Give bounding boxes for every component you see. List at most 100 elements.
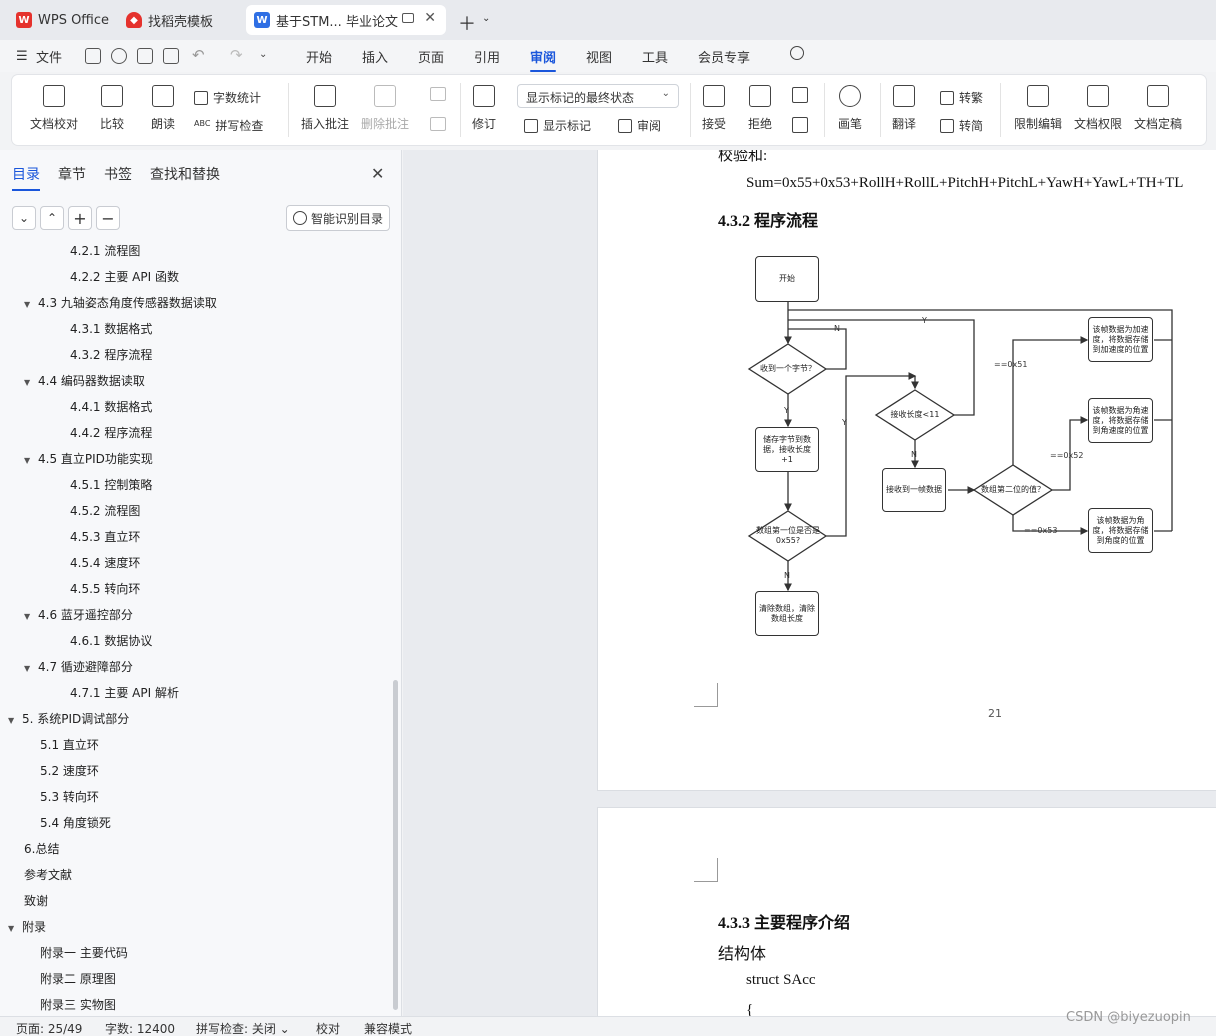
toc-item[interactable]: 4.5.5 转向环	[70, 576, 140, 602]
compare-button[interactable]: 比较	[100, 85, 124, 132]
menu-references[interactable]: 引用	[474, 47, 500, 66]
status-word-count[interactable]: 字数: 12400	[105, 1020, 175, 1036]
toc-item[interactable]: 4.2.1 流程图	[70, 238, 140, 264]
save-icon[interactable]	[85, 48, 101, 64]
show-markup-button[interactable]: 显示标记	[524, 117, 591, 134]
expand-triangle-icon[interactable]: ▼	[24, 370, 38, 396]
accept-button[interactable]: 接受	[702, 85, 726, 132]
expand-down-button[interactable]: ⌄	[12, 206, 36, 230]
status-page[interactable]: 页面: 25/49	[16, 1020, 82, 1036]
chevron-down-icon[interactable]: ⌄	[482, 13, 490, 24]
toc-item[interactable]: 附录三 实物图	[40, 992, 116, 1016]
menu-start[interactable]: 开始	[306, 47, 332, 66]
close-icon[interactable]: ✕	[371, 164, 384, 183]
toc-item[interactable]: ▼ 4.5 直立PID功能实现	[24, 446, 153, 472]
toc-item[interactable]: 4.5.1 控制策略	[70, 472, 152, 498]
menu-tools[interactable]: 工具	[642, 47, 668, 66]
hamburger-icon[interactable]: ☰	[16, 49, 28, 64]
toc-item[interactable]: 6.总结	[24, 836, 59, 862]
toc-item[interactable]: ▼ 附录	[8, 914, 46, 940]
toc-item[interactable]: 4.5.3 直立环	[70, 524, 140, 550]
review-pane-button[interactable]: 审阅	[618, 117, 661, 134]
insert-comment-button[interactable]: 插入批注	[301, 85, 349, 132]
toc-item[interactable]: 致谢	[24, 888, 48, 914]
smart-toc-button[interactable]: 智能识别目录	[286, 205, 390, 231]
to-traditional-button[interactable]: 转繁	[940, 89, 983, 106]
tab-thesis-document[interactable]: W 基于STM... 毕业论文 ✕	[246, 5, 446, 35]
toc-item[interactable]: ▼ 4.6 蓝牙遥控部分	[24, 602, 133, 628]
translate-button[interactable]: 翻译	[892, 85, 916, 132]
toc-item[interactable]: ▼ 4.7 循迹避障部分	[24, 654, 133, 680]
tab-find-replace[interactable]: 查找和替换	[150, 164, 220, 184]
toc-item[interactable]: 参考文献	[24, 862, 72, 888]
toc-item[interactable]: 附录一 主要代码	[40, 940, 128, 966]
tab-bookmarks[interactable]: 书签	[104, 164, 132, 184]
toc-item[interactable]: 4.3.2 程序流程	[70, 342, 152, 368]
status-proofread[interactable]: 校对	[316, 1020, 340, 1036]
proofread-button[interactable]: 文档校对	[30, 85, 78, 132]
undo-icon[interactable]: ↶	[192, 46, 205, 64]
pen-button[interactable]: 画笔	[838, 85, 862, 132]
tab-docer-templates[interactable]: ◆ 找稻壳模板	[118, 5, 221, 35]
toc-item[interactable]: 5.3 转向环	[40, 784, 99, 810]
toc-item[interactable]: ▼ 4.3 九轴姿态角度传感器数据读取	[24, 290, 217, 316]
tab-wps-office[interactable]: W WPS Office	[8, 5, 117, 35]
expand-triangle-icon[interactable]: ▼	[24, 604, 38, 630]
tab-toc[interactable]: 目录	[12, 164, 40, 191]
delete-comment-button[interactable]: 删除批注	[361, 85, 409, 132]
reject-button[interactable]: 拒绝	[748, 85, 772, 132]
menu-review[interactable]: 审阅	[530, 47, 557, 72]
toc-item[interactable]: 4.4.2 程序流程	[70, 420, 152, 446]
toc-item[interactable]: 4.5.4 速度环	[70, 550, 140, 576]
status-spell-check[interactable]: 拼写检查: 关闭 ⌄	[196, 1020, 290, 1036]
revise-button[interactable]: 修订	[472, 85, 496, 132]
close-tab-icon[interactable]: ✕	[424, 10, 436, 26]
menu-member[interactable]: 会员专享	[698, 47, 750, 66]
add-toc-item-button[interactable]: +	[68, 206, 92, 230]
toc-item[interactable]: ▼ 5. 系统PID调试部分	[8, 706, 129, 732]
read-aloud-button[interactable]: 朗读	[151, 85, 175, 132]
print-icon[interactable]	[137, 48, 153, 64]
next-comment-icon[interactable]	[430, 117, 446, 131]
to-simplified-button[interactable]: 转简	[940, 117, 983, 134]
toc-item[interactable]: 附录二 原理图	[40, 966, 116, 992]
window-mode-icon[interactable]	[402, 13, 414, 23]
spell-check-button[interactable]: ABC 拼写检查	[194, 117, 263, 134]
toc-item[interactable]: 4.6.1 数据协议	[70, 628, 152, 654]
next-revision-icon[interactable]	[792, 117, 808, 133]
markup-state-select[interactable]: 显示标记的最终状态 ⌄	[517, 84, 679, 108]
toc-item[interactable]: 4.3.1 数据格式	[70, 316, 152, 342]
toc-item[interactable]: 5.1 直立环	[40, 732, 99, 758]
menu-insert[interactable]: 插入	[362, 47, 388, 66]
toc-item[interactable]: 5.2 速度环	[40, 758, 99, 784]
previous-comment-icon[interactable]	[430, 87, 446, 101]
document-canvas[interactable]: 校验和: Sum=0x55+0x53+RollH+RollL+PitchH+Pi…	[403, 150, 1216, 1016]
toc-item[interactable]: ▼ 4.4 编码器数据读取	[24, 368, 145, 394]
chevron-down-icon[interactable]: ⌄	[259, 49, 267, 60]
menu-page[interactable]: 页面	[418, 47, 444, 66]
print-preview-icon[interactable]	[163, 48, 179, 64]
toc-scrollbar[interactable]	[393, 680, 398, 1010]
finalize-button[interactable]: 文档定稿	[1134, 85, 1182, 132]
expand-triangle-icon[interactable]: ▼	[8, 708, 22, 734]
search-icon[interactable]	[790, 46, 804, 60]
toc-item[interactable]: 4.5.2 流程图	[70, 498, 140, 524]
expand-triangle-icon[interactable]: ▼	[24, 656, 38, 682]
link-icon[interactable]	[111, 48, 127, 64]
menu-view[interactable]: 视图	[586, 47, 612, 66]
redo-icon[interactable]: ↷	[230, 46, 243, 64]
expand-triangle-icon[interactable]: ▼	[8, 916, 22, 942]
doc-permission-button[interactable]: 文档权限	[1074, 85, 1122, 132]
word-count-button[interactable]: 字数统计	[194, 89, 261, 106]
tab-chapters[interactable]: 章节	[58, 164, 86, 184]
restrict-edit-button[interactable]: 限制编辑	[1014, 85, 1062, 132]
toc-item[interactable]: 4.2.2 主要 API 函数	[70, 264, 179, 290]
previous-revision-icon[interactable]	[792, 87, 808, 103]
collapse-up-button[interactable]: ⌃	[40, 206, 64, 230]
toc-item[interactable]: 4.4.1 数据格式	[70, 394, 152, 420]
remove-toc-item-button[interactable]: −	[96, 206, 120, 230]
toc-item[interactable]: 5.4 角度锁死	[40, 810, 111, 836]
menu-file[interactable]: 文件	[36, 47, 62, 66]
expand-triangle-icon[interactable]: ▼	[24, 292, 38, 318]
toc-item[interactable]: 4.7.1 主要 API 解析	[70, 680, 179, 706]
